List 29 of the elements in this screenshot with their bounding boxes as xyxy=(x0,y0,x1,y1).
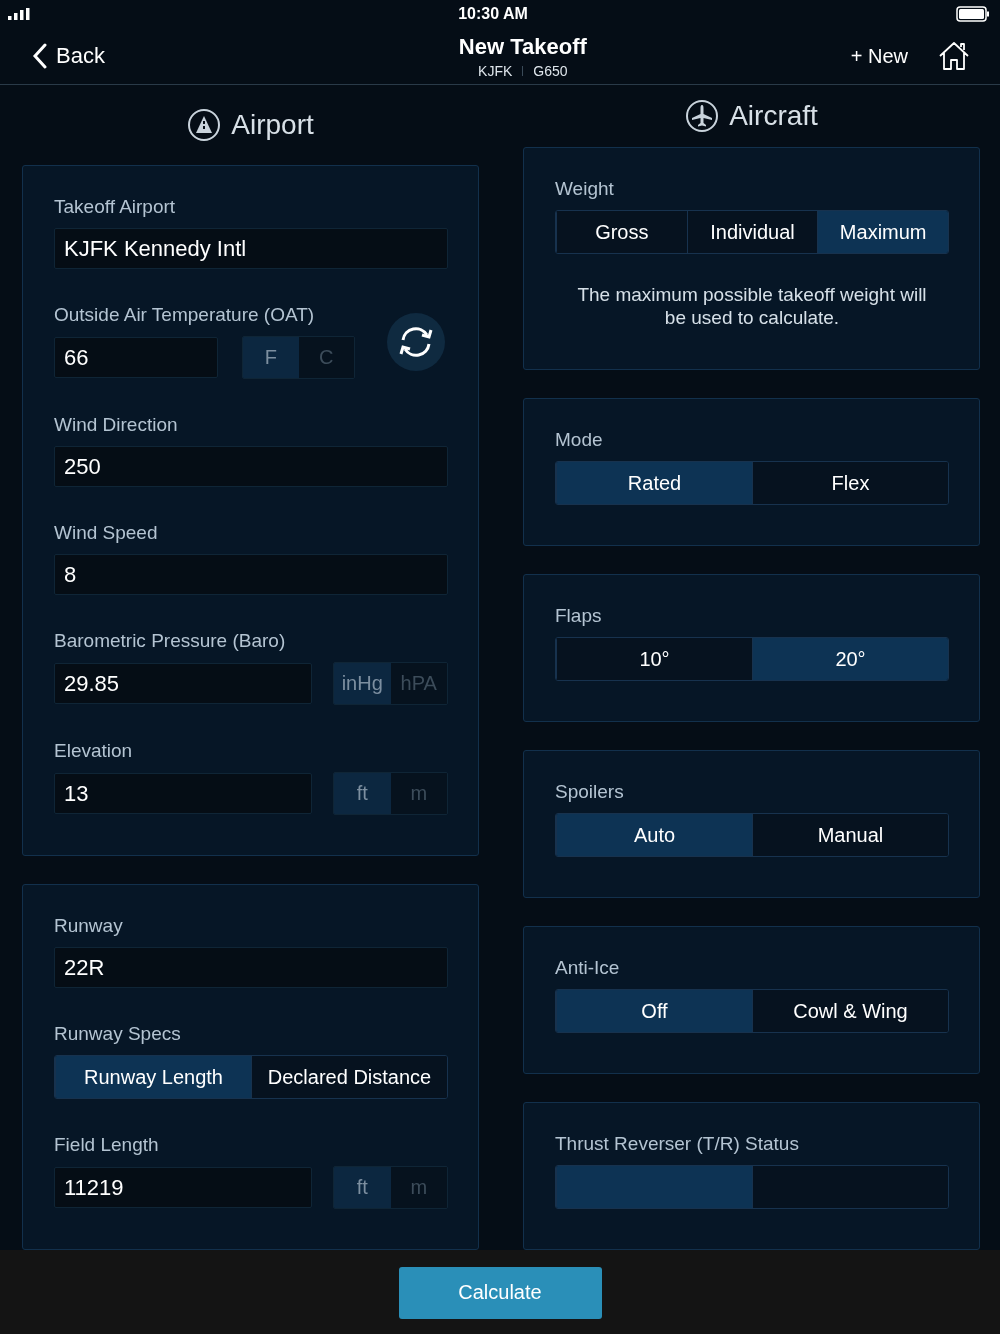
field-label: Spoilers xyxy=(555,781,624,803)
new-button[interactable]: + New xyxy=(850,44,908,68)
field-label: Runway xyxy=(54,915,123,937)
battery-icon xyxy=(956,6,990,22)
field-label: Runway Specs xyxy=(54,1023,181,1045)
field-label: Thrust Reverser (T/R) Status xyxy=(555,1133,799,1155)
status-time: 10:30 AM xyxy=(458,5,528,23)
subtitle-text: G650 xyxy=(533,62,568,79)
field-label: Flaps xyxy=(555,605,602,627)
field-label: Wind Direction xyxy=(54,414,178,436)
section-heading: Aircraft xyxy=(729,100,818,132)
field-label: Wind Speed xyxy=(54,522,158,544)
subtitle-text: KJFK xyxy=(478,62,513,79)
field-label: Takeoff Airport xyxy=(54,196,176,218)
field-label: Anti-Ice xyxy=(555,957,620,979)
info-text: The maximum possible takeoff weight will be used to calculate. xyxy=(576,283,928,329)
section-heading: Airport xyxy=(231,109,314,141)
field-label: Weight xyxy=(555,178,614,200)
chevron-left-icon xyxy=(32,43,48,69)
calculate-button[interactable]: Calculate xyxy=(398,1266,602,1319)
home-icon[interactable] xyxy=(938,41,970,71)
back-button[interactable]: Back xyxy=(32,43,105,69)
field-label: Barometric Pressure (Baro) xyxy=(54,630,286,652)
field-label: Outside Air Temperature (OAT) xyxy=(54,304,315,326)
field-label: Elevation xyxy=(54,740,133,762)
screen-title: New Takeoff xyxy=(458,33,587,60)
field-label: Mode xyxy=(555,429,603,451)
signal-icon xyxy=(8,8,30,20)
field-label: Field Length xyxy=(54,1134,159,1156)
